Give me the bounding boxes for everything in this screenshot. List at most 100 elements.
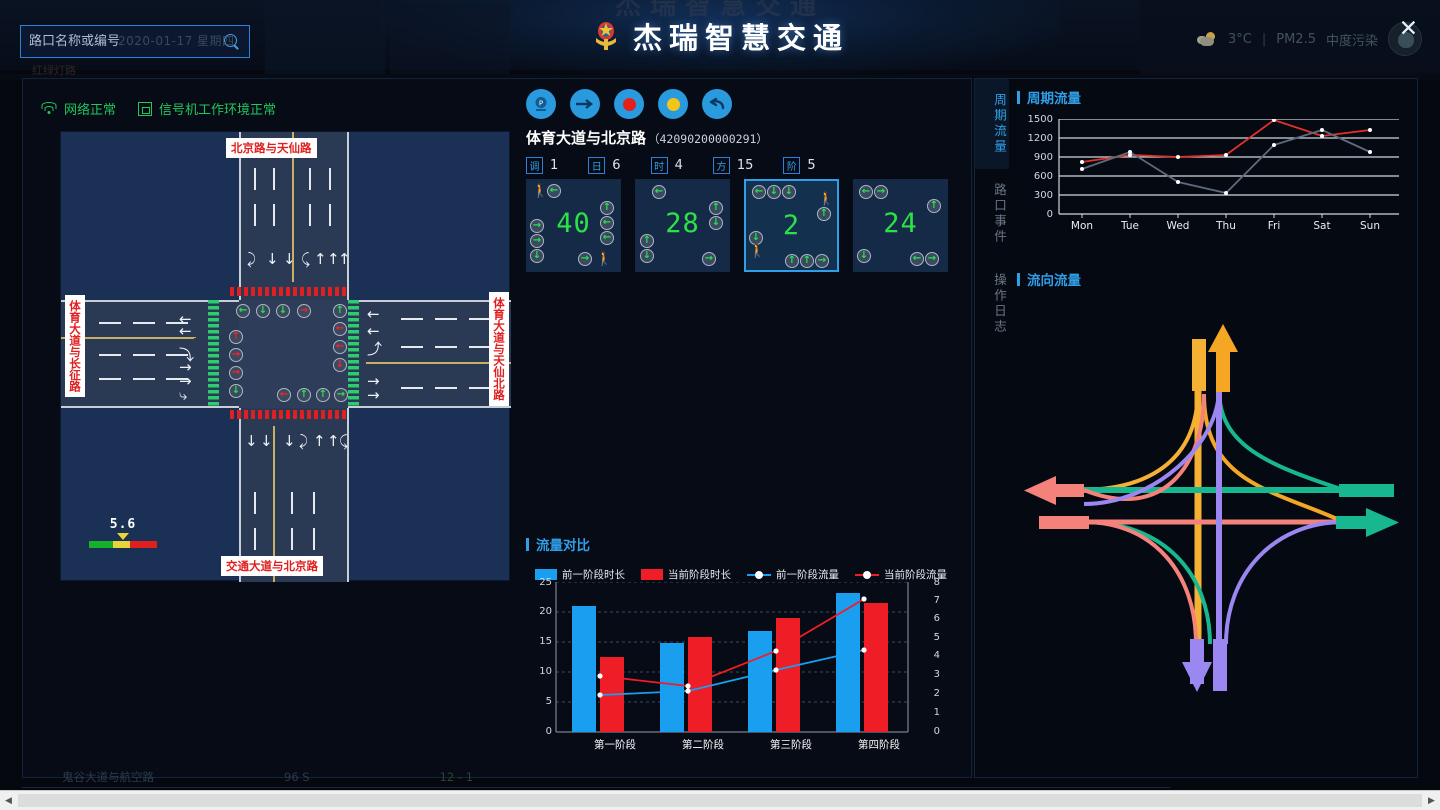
meta-val-4: 5 — [807, 158, 816, 173]
legend-prev-flow[interactable]: 前一阶段流量 — [747, 567, 839, 582]
app-root: 2020-01-17 星期四 红绿灯路 杰瑞智慧交通 杰瑞智慧交通 3°C | … — [0, 0, 1440, 810]
cycle-flow-plot: 1500 1200 900 600 300 0 Mon Tue Wed Thu … — [1017, 114, 1407, 244]
cf-x-fri: Fri — [1267, 220, 1281, 232]
flow-compare-legend[interactable]: 前一阶段时长 当前阶段时长 前一阶段流量 当前阶段流量 — [526, 567, 956, 582]
signal-toolbar[interactable]: P — [526, 89, 732, 119]
turn-flow-svg — [1024, 324, 1399, 692]
ghost-status-bar: 鬼谷大道与航空路 96 S 12 - 1 — [22, 766, 1170, 788]
x-tick-1: 第二阶段 — [682, 739, 724, 751]
meta-val-1: 6 — [612, 158, 621, 173]
legend-swatch-red — [641, 569, 663, 580]
crosswalk-east — [348, 300, 359, 406]
signal-bottom-4[interactable]: → — [334, 388, 348, 402]
x-tick-2: 第三阶段 — [770, 739, 812, 751]
cf-x-wed: Wed — [1166, 220, 1190, 232]
content-area: 网络正常 信号机工作环境正常 ⤸ ↓ ↓ ⤹ ↑ ↑ ↑ ↓ ↓ ↓ ⤸ ↑ ↑… — [22, 78, 1418, 778]
turn-flow-diagram — [1014, 294, 1409, 694]
signal-right-1[interactable]: ↑ — [333, 304, 347, 318]
signal-top-2[interactable]: ↓ — [256, 304, 270, 318]
status-row: 网络正常 信号机工作环境正常 — [41, 99, 276, 118]
left-panel: 网络正常 信号机工作环境正常 ⤸ ↓ ↓ ⤹ ↑ ↑ ↑ ↓ ↓ ↓ ⤸ ↑ ↑… — [22, 78, 972, 778]
meta-schedule: 调 1 — [526, 157, 558, 174]
ghost-intersection-name: 鬼谷大道与航空路 — [62, 769, 154, 784]
flow-compare-section: 流量对比 前一阶段时长 当前阶段时长 前一阶段流量 当前阶段流量 25 20 1… — [526, 534, 956, 769]
horizontal-scrollbar[interactable]: ◀ ▶ — [0, 790, 1440, 810]
phase-countdown-2: 28 — [665, 208, 700, 239]
signal-bottom-2[interactable]: ↑ — [297, 388, 311, 402]
signal-top-1[interactable]: ← — [236, 304, 250, 318]
map-label-right: 体育大道与天仙北路 — [489, 292, 509, 406]
meta-tag-3: 方 — [712, 157, 730, 174]
right-panel-body: 周期流量 1500 1200 900 600 300 0 Mon Tue Wed… — [1009, 79, 1417, 777]
red-light-icon[interactable] — [614, 89, 644, 119]
map-label-top: 北京路与天仙路 — [226, 138, 317, 158]
congestion-gauge: 5.6 — [89, 517, 157, 548]
phase-card-1[interactable]: 🚶 ← ↑ ← ← → → ↓ → 🚶 40 — [526, 179, 621, 272]
phase-cards[interactable]: 🚶 ← ↑ ← ← → → ↓ → 🚶 40 ← ↑ ↓ ↑ ↓ → 28 ← … — [526, 179, 948, 272]
brand-title: 杰瑞智慧交通 — [632, 21, 849, 55]
cf-x-mon: Mon — [1070, 220, 1094, 232]
meta-val-0: 1 — [550, 158, 559, 173]
pm25-label: PM2.5 — [1276, 32, 1316, 47]
phase-card-3[interactable]: ← ↓ ↓ 🚶 ↑ ↓ 🚶 ↑ ↑ → 2 — [744, 179, 839, 272]
signal-left-2[interactable]: → — [229, 348, 243, 362]
phase-card-2[interactable]: ← ↑ ↓ ↑ ↓ → 28 — [635, 179, 730, 272]
x-tick-3: 第四阶段 — [858, 739, 900, 751]
turn-flow-title: 流向流量 — [1017, 269, 1081, 289]
police-emblem-icon — [591, 20, 621, 52]
crosswalk-west — [208, 300, 219, 406]
tab-cycle-flow[interactable]: 周期流量 — [975, 79, 1009, 169]
signal-left-3[interactable]: → — [229, 366, 243, 380]
map-label-bottom: 交通大道与北京路 — [221, 556, 323, 576]
signal-top-4[interactable]: → — [297, 304, 311, 318]
meta-tag-1: 日 — [588, 157, 606, 174]
gauge-bar — [89, 541, 157, 548]
scroll-right-arrow-icon[interactable]: ▶ — [1423, 792, 1440, 810]
signal-bottom-1[interactable]: ← — [277, 388, 291, 402]
svg-text:P: P — [539, 100, 543, 108]
intersection-name: 体育大道与北京路 — [526, 129, 647, 147]
meta-tag-4: 阶 — [783, 157, 801, 174]
phase-countdown-4: 24 — [883, 208, 918, 239]
pedestrian-icon: 🚶 — [532, 184, 549, 199]
tab-intersection-events[interactable]: 路口事件 — [975, 169, 1009, 259]
pedestrian-icon: 🚶 — [818, 192, 835, 207]
signal-left-1[interactable]: ↑ — [229, 330, 243, 344]
cf-x-sun: Sun — [1360, 220, 1380, 232]
meta-direction: 方 15 — [712, 157, 753, 174]
device-icon — [138, 101, 153, 116]
x-tick-0: 第一阶段 — [594, 739, 636, 751]
close-icon[interactable]: ✕ — [1399, 18, 1418, 41]
intersection-map[interactable]: ⤸ ↓ ↓ ⤹ ↑ ↑ ↑ ↓ ↓ ↓ ⤸ ↑ ↑ ⤹ ← ← ⤵ → → ⤷ … — [60, 131, 511, 582]
flow-compare-title: 流量对比 — [526, 534, 956, 554]
intersection-hub — [239, 300, 349, 408]
location-icon[interactable]: P — [526, 89, 556, 119]
scrollbar-track[interactable] — [18, 794, 1422, 807]
meta-time: 时 4 — [650, 157, 683, 174]
legend-label-0: 前一阶段时长 — [562, 569, 625, 581]
legend-cur-duration[interactable]: 当前阶段时长 — [641, 567, 731, 582]
signal-right-2[interactable]: ← — [333, 322, 347, 336]
status-network: 网络正常 — [41, 99, 116, 118]
status-device: 信号机工作环境正常 — [138, 99, 276, 118]
undo-icon[interactable] — [702, 89, 732, 119]
cf-x-tue: Tue — [1121, 220, 1139, 232]
yellow-light-icon[interactable] — [658, 89, 688, 119]
temperature-value: 3°C — [1228, 32, 1252, 47]
ghost-extra: 12 - 1 — [439, 769, 474, 784]
signal-right-3[interactable]: ← — [333, 340, 347, 354]
meta-val-2: 4 — [674, 158, 683, 173]
scroll-left-arrow-icon[interactable]: ◀ — [0, 792, 17, 810]
pedestrian-icon: 🚶 — [596, 252, 613, 267]
signal-right-4[interactable]: ↓ — [333, 358, 347, 372]
cf-x-thu: Thu — [1216, 220, 1236, 232]
phase-countdown-3: 2 — [782, 210, 801, 241]
signal-top-3[interactable]: ↓ — [276, 304, 290, 318]
legend-label-2: 前一阶段流量 — [776, 569, 839, 581]
right-vertical-tabs[interactable]: 周期流量 路口事件 操作日志 — [975, 79, 1009, 779]
phase-card-4[interactable]: ← → ↑ ↓ ← → 24 — [853, 179, 948, 272]
tab-operation-log[interactable]: 操作日志 — [975, 259, 1009, 349]
signal-bottom-3[interactable]: ↑ — [316, 388, 330, 402]
arrow-right-icon[interactable] — [570, 89, 600, 119]
signal-left-4[interactable]: ↓ — [229, 384, 243, 398]
